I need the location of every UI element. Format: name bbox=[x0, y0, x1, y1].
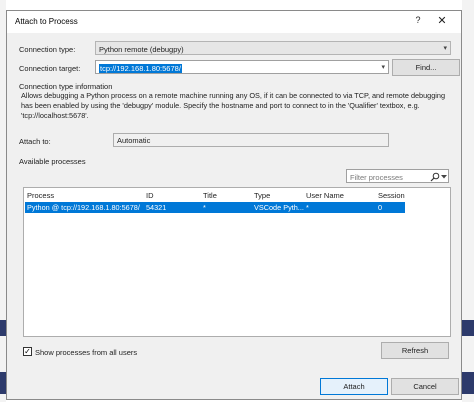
connection-target-input[interactable]: tcp://192.168.1.80:5678/ ▾ bbox=[95, 60, 389, 74]
background-window-right bbox=[462, 0, 474, 402]
help-icon[interactable]: ? bbox=[411, 15, 425, 29]
processes-table[interactable]: Process ID Title Type User Name Session … bbox=[23, 187, 451, 337]
column-header-user-name[interactable]: User Name bbox=[306, 191, 344, 200]
show-all-users-checkbox[interactable]: ✓ bbox=[23, 347, 32, 356]
find-button[interactable]: Find... bbox=[392, 59, 460, 76]
cell-type: VSCode Pyth... bbox=[254, 203, 304, 212]
attach-to-label: Attach to: bbox=[19, 137, 51, 146]
connection-target-value: tcp://192.168.1.80:5678/ bbox=[99, 64, 182, 73]
filter-placeholder: Filter processes bbox=[350, 173, 403, 182]
search-icon[interactable] bbox=[430, 172, 440, 182]
checkmark-icon: ✓ bbox=[24, 347, 31, 356]
connection-type-info-text: Allows debugging a Python process on a r… bbox=[21, 91, 446, 120]
background-stripe bbox=[462, 320, 474, 336]
close-icon[interactable]: ✕ bbox=[435, 15, 449, 29]
cell-session: 0 bbox=[378, 203, 383, 212]
chevron-down-icon: ▾ bbox=[443, 45, 447, 52]
dialog-footer: Attach Cancel bbox=[7, 375, 461, 399]
dialog-title: Attach to Process bbox=[15, 17, 78, 26]
column-header-id[interactable]: ID bbox=[146, 191, 154, 200]
attach-to-value: Automatic bbox=[117, 136, 151, 145]
connection-type-value: Python remote (debugpy) bbox=[99, 45, 184, 54]
column-header-title[interactable]: Title bbox=[203, 191, 217, 200]
connection-target-selected-text: tcp://192.168.1.80:5678/ bbox=[99, 64, 182, 73]
chevron-down-icon[interactable]: ▾ bbox=[381, 63, 385, 71]
cell-user-name: * bbox=[306, 203, 309, 212]
refresh-button[interactable]: Refresh bbox=[381, 342, 449, 359]
chevron-down-icon[interactable] bbox=[441, 174, 447, 180]
cancel-button[interactable]: Cancel bbox=[391, 378, 459, 395]
available-processes-label: Available processes bbox=[19, 157, 86, 166]
column-header-type[interactable]: Type bbox=[254, 191, 270, 200]
attach-to-process-dialog: Attach to Process ? ✕ Connection type: P… bbox=[6, 10, 462, 400]
title-bar: Attach to Process ? ✕ bbox=[7, 11, 461, 33]
connection-target-label: Connection target: bbox=[19, 64, 81, 73]
attach-button[interactable]: Attach bbox=[320, 378, 388, 395]
column-header-process[interactable]: Process bbox=[27, 191, 54, 200]
cell-title: * bbox=[203, 203, 206, 212]
show-all-users-label[interactable]: Show processes from all users bbox=[35, 348, 137, 357]
cell-process: Python @ tcp://192.168.1.80:5678/ bbox=[27, 203, 140, 212]
column-header-session[interactable]: Session bbox=[378, 191, 405, 200]
cell-id: 54321 bbox=[146, 203, 167, 212]
connection-type-label: Connection type: bbox=[19, 45, 76, 54]
filter-processes-input[interactable]: Filter processes bbox=[346, 169, 449, 183]
connection-type-info-heading: Connection type information bbox=[19, 82, 113, 91]
connection-type-dropdown[interactable]: Python remote (debugpy) ▾ bbox=[95, 41, 451, 55]
background-stripe bbox=[462, 372, 474, 394]
attach-to-field[interactable]: Automatic bbox=[113, 133, 389, 147]
table-row[interactable]: Python @ tcp://192.168.1.80:5678/ 54321 … bbox=[25, 202, 405, 213]
